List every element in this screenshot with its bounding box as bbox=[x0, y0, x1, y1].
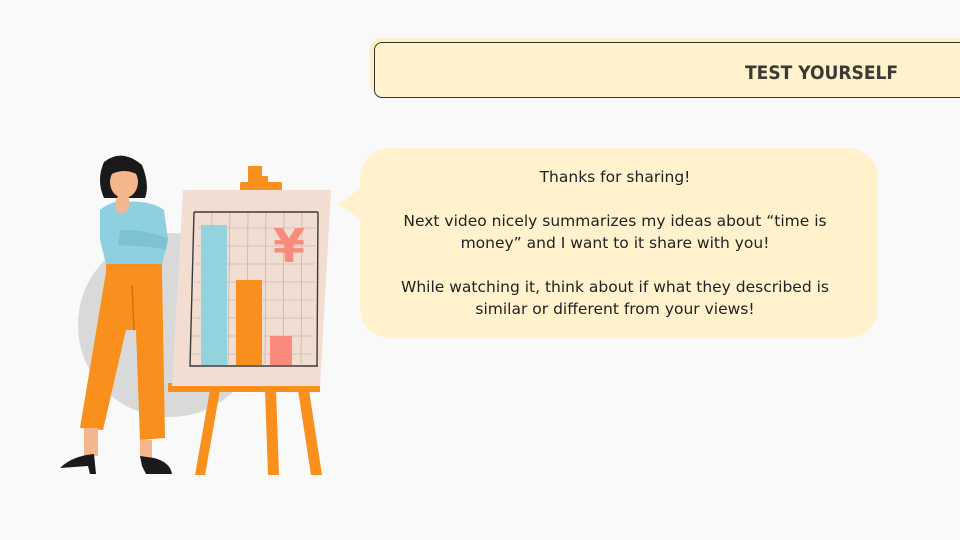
chart-bar-1 bbox=[201, 225, 227, 365]
chart-bar-2 bbox=[236, 280, 262, 365]
chart-bar-3 bbox=[270, 336, 292, 365]
page-title: TEST YOURSELF bbox=[745, 62, 899, 84]
speech-bubble-text: Thanks for sharing! Next video nicely su… bbox=[392, 166, 838, 320]
presenter-figure bbox=[60, 155, 172, 474]
yen-icon: ¥ bbox=[273, 219, 305, 273]
bubble-paragraph-video: Next video nicely summarizes my ideas ab… bbox=[403, 212, 827, 252]
bubble-paragraph-thanks: Thanks for sharing! bbox=[539, 168, 691, 186]
bubble-paragraph-watching: While watching it, think about if what t… bbox=[401, 278, 829, 318]
presenter-illustration: ¥ bbox=[60, 155, 331, 475]
speech-bubble-tail bbox=[338, 188, 362, 220]
